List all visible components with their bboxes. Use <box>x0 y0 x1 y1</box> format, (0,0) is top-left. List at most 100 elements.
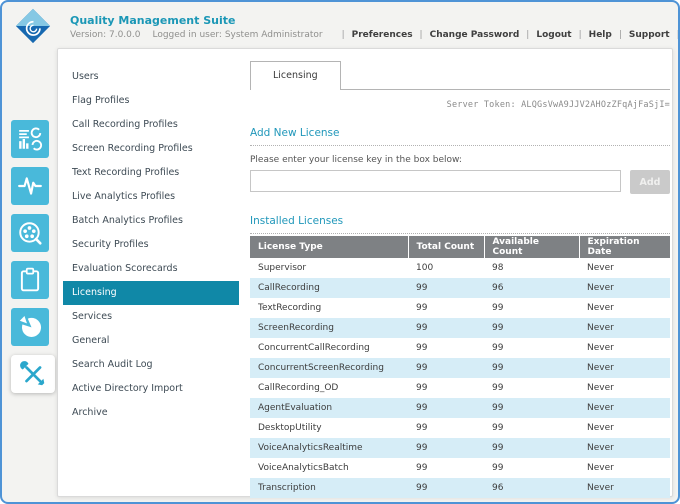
license-key-input[interactable] <box>250 170 621 192</box>
table-cell: 99 <box>484 458 579 478</box>
nav-item-flag-profiles[interactable]: Flag Profiles <box>63 89 239 113</box>
table-cell: DesktopUtility <box>250 418 408 438</box>
nav-item-text-recording-profiles[interactable]: Text Recording Profiles <box>63 161 239 185</box>
add-new-license-heading: Add New License <box>250 127 670 146</box>
pulse-icon[interactable] <box>11 167 49 205</box>
nav-menu: UsersFlag ProfilesCall Recording Profile… <box>63 65 239 425</box>
header-link-logout[interactable]: Logout <box>536 30 571 40</box>
header-meta: Version: 7.0.0.0 Logged in user: System … <box>70 30 680 40</box>
nav-item-live-analytics-profiles[interactable]: Live Analytics Profiles <box>63 185 239 209</box>
table-cell: 99 <box>408 358 484 378</box>
nav-item-active-directory-import[interactable]: Active Directory Import <box>63 377 239 401</box>
table-row-transcription[interactable]: Transcription9996Never <box>250 478 670 498</box>
table-cell: 99 <box>408 458 484 478</box>
table-cell: 99 <box>484 338 579 358</box>
app-window: Quality Management Suite Version: 7.0.0.… <box>0 0 680 504</box>
table-cell: AgentEvaluation <box>250 398 408 418</box>
table-cell: 99 <box>408 298 484 318</box>
table-cell: 99 <box>408 418 484 438</box>
table-cell: VoiceAnalyticsRealtime <box>250 438 408 458</box>
nav-item-users[interactable]: Users <box>63 65 239 89</box>
link-divider: | <box>420 30 423 40</box>
pie-chart-icon[interactable] <box>11 308 49 346</box>
table-cell: Supervisor <box>250 258 408 278</box>
table-cell: Transcription <box>250 478 408 498</box>
table-cell: Never <box>579 318 670 338</box>
content-area: Licensing Server Token: ALQGsVwA9JJV2AHO… <box>250 61 670 492</box>
app-header: Quality Management Suite Version: 7.0.0.… <box>2 2 678 49</box>
table-row-textrecording[interactable]: TextRecording9999Never <box>250 298 670 318</box>
link-divider: | <box>579 30 582 40</box>
table-cell: Never <box>579 298 670 318</box>
table-row-callrecording[interactable]: CallRecording9996Never <box>250 278 670 298</box>
table-cell: CallRecording <box>250 278 408 298</box>
nav-item-batch-analytics-profiles[interactable]: Batch Analytics Profiles <box>63 209 239 233</box>
table-cell: 99 <box>484 418 579 438</box>
table-cell: ScreenRecording <box>250 318 408 338</box>
table-cell: 99 <box>484 318 579 338</box>
installed-licenses-heading: Installed Licenses <box>250 215 670 234</box>
column-header-total-count: Total Count <box>408 236 484 258</box>
table-row-supervisor[interactable]: Supervisor10098Never <box>250 258 670 278</box>
app-title: Quality Management Suite <box>70 14 235 27</box>
nav-item-security-profiles[interactable]: Security Profiles <box>63 233 239 257</box>
table-row-concurrentcallrecording[interactable]: ConcurrentCallRecording9999Never <box>250 338 670 358</box>
header-link-help[interactable]: Help <box>589 30 612 40</box>
table-cell: 99 <box>484 438 579 458</box>
main-panel: UsersFlag ProfilesCall Recording Profile… <box>57 48 673 497</box>
table-header-row: License TypeTotal CountAvailable CountEx… <box>250 236 670 258</box>
nav-item-search-audit-log[interactable]: Search Audit Log <box>63 353 239 377</box>
nav-item-screen-recording-profiles[interactable]: Screen Recording Profiles <box>63 137 239 161</box>
table-row-voiceanalyticsrealtime[interactable]: VoiceAnalyticsRealtime9999Never <box>250 438 670 458</box>
table-cell: ConcurrentCallRecording <box>250 338 408 358</box>
header-links: |Preferences|Change Password|Logout|Help… <box>335 30 680 40</box>
link-divider: | <box>619 30 622 40</box>
table-cell: 100 <box>408 258 484 278</box>
table-row-voiceanalyticsbatch[interactable]: VoiceAnalyticsBatch9999Never <box>250 458 670 478</box>
table-row-desktoputility[interactable]: DesktopUtility9999Never <box>250 418 670 438</box>
nav-item-evaluation-scorecards[interactable]: Evaluation Scorecards <box>63 257 239 281</box>
table-cell: Never <box>579 478 670 498</box>
table-cell: 99 <box>408 318 484 338</box>
table-cell: Never <box>579 258 670 278</box>
header-link-change-password[interactable]: Change Password <box>430 30 520 40</box>
table-cell: 99 <box>408 338 484 358</box>
tab-licensing[interactable]: Licensing <box>250 61 341 90</box>
add-license-button[interactable]: Add <box>630 170 670 194</box>
table-cell: 99 <box>484 378 579 398</box>
header-link-preferences[interactable]: Preferences <box>352 30 413 40</box>
nav-item-call-recording-profiles[interactable]: Call Recording Profiles <box>63 113 239 137</box>
server-token-value: ALQGsVwA9JJV2AHOzZFqAjFaSjI= <box>521 100 670 110</box>
table-row-concurrentscreenrecording[interactable]: ConcurrentScreenRecording9999Never <box>250 358 670 378</box>
table-cell: Never <box>579 398 670 418</box>
table-cell: 99 <box>484 358 579 378</box>
clipboard-icon[interactable] <box>11 261 49 299</box>
table-cell: 98 <box>484 258 579 278</box>
installed-licenses-table: License TypeTotal CountAvailable CountEx… <box>250 236 670 498</box>
table-row-callrecording-od[interactable]: CallRecording_OD9999Never <box>250 378 670 398</box>
nav-item-archive[interactable]: Archive <box>63 401 239 425</box>
nav-item-licensing[interactable]: Licensing <box>63 281 239 305</box>
table-row-screenrecording[interactable]: ScreenRecording9999Never <box>250 318 670 338</box>
table-cell: 99 <box>408 278 484 298</box>
module-icon-rail <box>11 120 55 393</box>
dashboard-reports-icon[interactable] <box>11 120 49 158</box>
table-cell: CallRecording_OD <box>250 378 408 398</box>
table-cell: Never <box>579 438 670 458</box>
table-cell: 96 <box>484 278 579 298</box>
nav-item-services[interactable]: Services <box>63 305 239 329</box>
film-reel-icon[interactable] <box>11 214 49 252</box>
table-cell: Never <box>579 418 670 438</box>
table-cell: 99 <box>408 438 484 458</box>
header-link-support[interactable]: Support <box>629 30 670 40</box>
table-row-agentevaluation[interactable]: AgentEvaluation9999Never <box>250 398 670 418</box>
license-entry-row: Add <box>250 170 670 194</box>
table-cell: ConcurrentScreenRecording <box>250 358 408 378</box>
table-cell: TextRecording <box>250 298 408 318</box>
table-cell: 99 <box>408 378 484 398</box>
table-cell: 99 <box>484 298 579 318</box>
license-key-instruction: Please enter your license key in the box… <box>250 155 670 165</box>
tools-icon[interactable] <box>11 355 55 393</box>
nav-item-general[interactable]: General <box>63 329 239 353</box>
table-cell: 99 <box>408 478 484 498</box>
